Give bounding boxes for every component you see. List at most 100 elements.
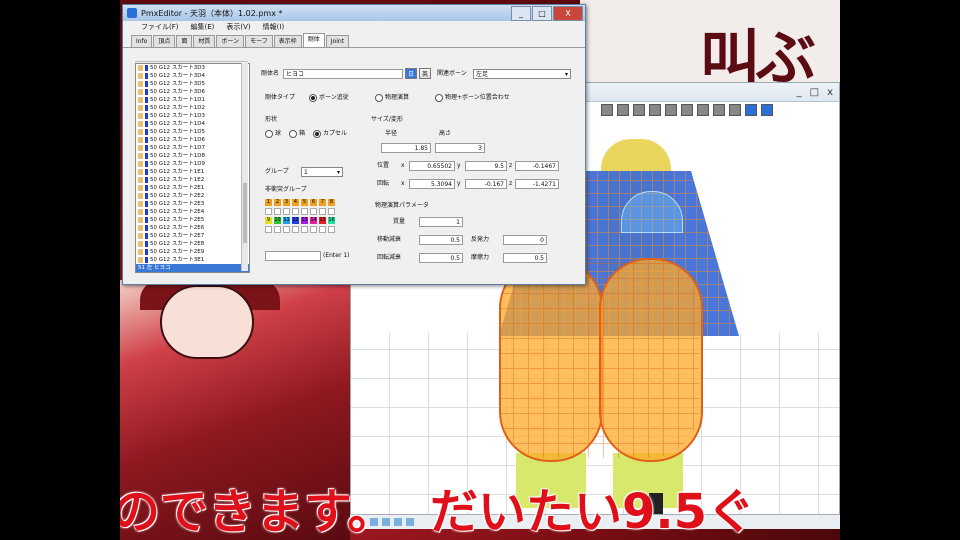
list-item[interactable]: 50 G12 スカート3D5 — [136, 80, 249, 88]
list-item[interactable]: 50 G12 スカート3D4 — [136, 72, 249, 80]
group-cell[interactable] — [310, 226, 317, 233]
rigid-body-list[interactable]: 50 G12 スカート3D3 50 G12 スカート3D4 50 G12 スカート3… — [135, 63, 250, 273]
menu-edit[interactable]: 編集(E) — [191, 22, 215, 32]
radio-icon[interactable] — [375, 93, 383, 102]
list-item[interactable]: 50 G12 スカート2E2 — [136, 192, 249, 200]
group-cell[interactable]: 12 — [292, 217, 299, 224]
tab-info[interactable]: Info — [131, 35, 153, 47]
group-cell[interactable]: 7 — [319, 199, 326, 206]
list-item-selected[interactable]: 51 左 ヒヨコ — [136, 264, 249, 272]
list-item[interactable]: 50 G12 スカート2E7 — [136, 232, 249, 240]
list-item[interactable]: 50 G12 スカート1D2 — [136, 104, 249, 112]
viewport-minimize-button[interactable]: _ — [797, 87, 802, 98]
list-item[interactable]: 50 G12 スカート2E8 — [136, 240, 249, 248]
tab-face[interactable]: 面 — [176, 35, 193, 47]
list-item[interactable]: 50 G12 スカート1E1 — [136, 168, 249, 176]
group-cell[interactable]: 10 — [274, 217, 281, 224]
group-cell[interactable]: 11 — [283, 217, 290, 224]
group-cell[interactable]: 9 — [265, 217, 272, 224]
tool-icon-2[interactable] — [617, 104, 629, 116]
list-item[interactable]: 50 G12 スカート3D3 — [136, 64, 249, 72]
list-item[interactable]: 50 G12 スカート1D8 — [136, 152, 249, 160]
tab-rigid-body[interactable]: 剛体 — [302, 33, 325, 47]
group-cell[interactable]: 15 — [319, 217, 326, 224]
restitution-field[interactable]: 0 — [503, 235, 547, 245]
list-scrollbar[interactable] — [241, 63, 248, 271]
rot-z-field[interactable]: -1.4271 — [515, 179, 559, 189]
tool-icon-8[interactable] — [713, 104, 725, 116]
group-cell[interactable]: 3 — [283, 199, 290, 206]
group-cell[interactable]: 13 — [301, 217, 308, 224]
tab-display-frame[interactable]: 表示枠 — [273, 35, 302, 47]
list-item[interactable]: 50 G12 スカート1D9 — [136, 160, 249, 168]
group-cell[interactable] — [292, 226, 299, 233]
close-button[interactable]: X — [553, 6, 583, 21]
type-option-bone[interactable]: ボーン追従 — [309, 93, 349, 103]
viewport-close-button[interactable]: x — [827, 87, 833, 98]
pos-y-field[interactable]: 9.5 — [465, 161, 507, 171]
list-item[interactable]: 50 G12 スカート2E5 — [136, 216, 249, 224]
list-item[interactable]: 50 G12 スカート1E2 — [136, 176, 249, 184]
list-item[interactable]: 50 G12 スカート1D5 — [136, 128, 249, 136]
radius-field[interactable]: 1.85 — [381, 143, 431, 153]
name-field[interactable]: ヒヨコ — [283, 69, 403, 79]
tool-icon-6[interactable] — [681, 104, 693, 116]
angular-damping-field[interactable]: 0.5 — [419, 253, 463, 263]
group-cell[interactable] — [274, 208, 281, 215]
group-input-field[interactable] — [265, 251, 321, 261]
rot-y-field[interactable]: -0.167 — [465, 179, 507, 189]
status-icon[interactable] — [406, 518, 414, 526]
group-cell[interactable]: 14 — [310, 217, 317, 224]
radio-icon[interactable] — [309, 93, 317, 102]
name-en-button[interactable]: 英 — [419, 68, 431, 79]
list-item[interactable]: 50 G12 スカート2E1 — [136, 184, 249, 192]
type-option-physics-bone[interactable]: 物理+ボーン位置合わせ — [435, 93, 510, 103]
tool-icon-5[interactable] — [665, 104, 677, 116]
list-item[interactable]: 50 G12 スカート3E1 — [136, 256, 249, 264]
view-mode-icon[interactable] — [745, 104, 757, 116]
maximize-button[interactable]: □ — [532, 6, 552, 21]
linear-damping-field[interactable]: 0.5 — [419, 235, 463, 245]
related-bone-dropdown[interactable]: 左足 — [473, 69, 571, 80]
shape-option-sphere[interactable]: 球 — [265, 129, 281, 139]
tool-icon-9[interactable] — [729, 104, 741, 116]
tool-icon-1[interactable] — [601, 104, 613, 116]
list-item[interactable]: 50 G12 スカート1D1 — [136, 96, 249, 104]
group-cell[interactable]: 16 — [328, 217, 335, 224]
shape-option-capsule[interactable]: カプセル — [313, 129, 347, 139]
menu-file[interactable]: ファイル(F) — [141, 22, 179, 32]
pos-z-field[interactable]: -0.1467 — [515, 161, 559, 171]
group-cell[interactable] — [265, 226, 272, 233]
group-cell[interactable] — [292, 208, 299, 215]
tool-icon-4[interactable] — [649, 104, 661, 116]
list-item[interactable]: 50 G12 スカート3D6 — [136, 88, 249, 96]
group-cell[interactable] — [274, 226, 281, 233]
radio-icon[interactable] — [265, 129, 273, 138]
tab-material[interactable]: 材質 — [193, 35, 216, 47]
list-item[interactable]: 50 G12 スカート2E3 — [136, 200, 249, 208]
group-cell[interactable]: 5 — [301, 199, 308, 206]
group-cell[interactable] — [319, 226, 326, 233]
group-cell[interactable] — [328, 226, 335, 233]
group-cell[interactable] — [265, 208, 272, 215]
rot-x-field[interactable]: 5.3094 — [409, 179, 455, 189]
height-field[interactable]: 3 — [435, 143, 485, 153]
group-cell[interactable]: 2 — [274, 199, 281, 206]
group-cell[interactable] — [283, 208, 290, 215]
name-jp-button[interactable]: 日 — [405, 68, 417, 79]
pos-x-field[interactable]: 0.65502 — [409, 161, 455, 171]
radio-icon[interactable] — [289, 129, 297, 138]
type-option-physics[interactable]: 物理演算 — [375, 93, 409, 103]
tab-bone[interactable]: ボーン — [216, 35, 245, 47]
shape-option-box[interactable]: 箱 — [289, 129, 305, 139]
list-item[interactable]: 50 G12 スカート1D6 — [136, 136, 249, 144]
group-cell[interactable] — [328, 208, 335, 215]
group-cell[interactable] — [301, 208, 308, 215]
group-cell[interactable]: 4 — [292, 199, 299, 206]
list-item[interactable]: 50 G12 スカート2E6 — [136, 224, 249, 232]
tab-joint[interactable]: Joint — [325, 35, 350, 47]
group-cell[interactable] — [310, 208, 317, 215]
group-dropdown[interactable]: 1 — [301, 167, 343, 178]
group-cell[interactable] — [283, 226, 290, 233]
mass-field[interactable]: 1 — [419, 217, 463, 227]
